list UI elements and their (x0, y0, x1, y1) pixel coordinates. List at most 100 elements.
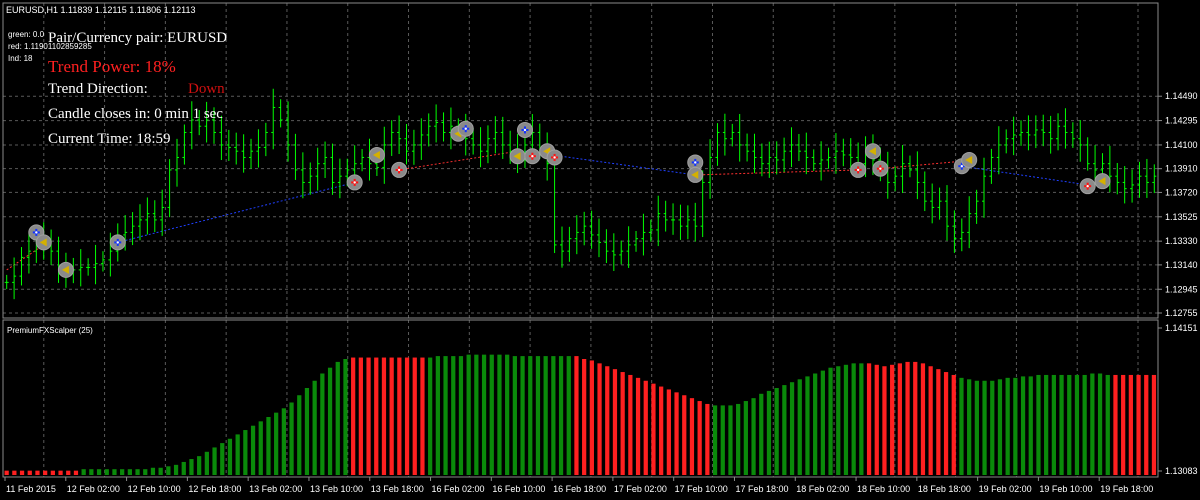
indicator-bar (327, 367, 333, 475)
indicator-bar (720, 405, 725, 475)
indicator-bar (204, 451, 209, 475)
indicator-bar (666, 389, 671, 475)
pair-label: Pair/Currency pair: EURUSD (48, 30, 227, 46)
indicator-bar (374, 357, 379, 475)
indicator-bar (843, 364, 849, 475)
indicator-bar (635, 377, 641, 475)
indicator-bar (404, 357, 410, 475)
trend-direction-label: Trend Direction: (48, 81, 148, 97)
indicator-bar (505, 354, 510, 475)
indicator-name: PremiumFXScalper (25) (7, 326, 93, 335)
indicator-bar (1028, 376, 1033, 475)
indicator-bar (135, 469, 140, 475)
indicator-bar (158, 467, 163, 475)
cross-center (35, 231, 38, 234)
signal-buy (516, 121, 533, 138)
indicator-bar (874, 364, 879, 475)
indicator-bar (35, 470, 40, 475)
time-tick-label: 17 Feb 10:00 (675, 484, 728, 494)
indicator-bar (766, 390, 772, 475)
indicator-bar (127, 469, 132, 475)
price-tick-label: 1.12755 (1165, 308, 1198, 318)
indicator-bar (882, 366, 887, 475)
indicator-tick-label: 1.14151 (1165, 323, 1198, 333)
indicator-bar (1090, 373, 1095, 475)
indicator-bar (851, 363, 856, 475)
indicator-bar (320, 373, 325, 475)
price-tick-label: 1.13140 (1165, 260, 1198, 270)
indicator-bar (312, 380, 317, 475)
time-tick-label: 17 Feb 02:00 (614, 484, 667, 494)
indicator-bar (412, 357, 417, 475)
indicator-bar (189, 459, 194, 475)
mt4-chart-window[interactable]: 1.14490 1.14295 1.14100 1.13910 1.13720 1.135… (0, 0, 1200, 500)
indicator-bar (759, 393, 764, 475)
indicator-bar (928, 366, 933, 475)
indicator-bar (235, 434, 240, 475)
indicator-bar (351, 357, 356, 475)
indicator-bar (612, 369, 618, 475)
price-tick-label: 1.14490 (1165, 91, 1198, 101)
indicator-bar (1059, 374, 1064, 475)
time-tick-label: 18 Feb 10:00 (857, 484, 910, 494)
indicator-bar (343, 359, 348, 475)
indicator-bar (150, 467, 156, 475)
signal-sell (391, 161, 408, 178)
indicator-bar (389, 357, 394, 475)
indicator-bar (243, 430, 248, 475)
indicator-bar (535, 356, 541, 475)
signal-buy (109, 234, 126, 251)
indicator-bar (651, 383, 656, 475)
indicator-bar (597, 363, 602, 475)
indicator-bar (512, 356, 517, 475)
indicator-bar (1082, 374, 1087, 475)
time-tick-label: 16 Feb 10:00 (492, 484, 545, 494)
indicator-bar (27, 470, 32, 475)
ind-value: Ind: 18 (8, 54, 33, 63)
indicator-bar (974, 380, 979, 475)
cross-center (856, 168, 860, 172)
indicator-bar (4, 470, 9, 475)
indicator-bar (274, 412, 279, 475)
time-tick-label: 18 Feb 02:00 (796, 484, 849, 494)
signal-sell (1079, 178, 1096, 195)
indicator-tick-label: 1.13083 (1165, 466, 1198, 476)
indicator-bar (967, 379, 972, 475)
cross-center (960, 164, 963, 168)
green-value: green: 0.0 (8, 30, 45, 39)
indicator-bar (120, 469, 125, 475)
indicator-bar (250, 425, 256, 475)
indicator-bar (805, 376, 810, 475)
indicator-bar (397, 357, 402, 475)
cross-center (353, 181, 356, 184)
indicator-bar (1067, 374, 1072, 475)
indicator-bar (820, 370, 825, 475)
indicator-bar (913, 361, 918, 475)
indicator-bar (582, 359, 587, 475)
indicator-bar (1121, 374, 1126, 475)
indicator-bar (497, 354, 502, 475)
indicator-bar (1097, 373, 1103, 475)
time-tick-label: 19 Feb 02:00 (979, 484, 1032, 494)
indicator-bar (89, 469, 94, 475)
indicator-bar (797, 379, 802, 475)
indicator-bar (628, 374, 633, 475)
indicator-bar (943, 372, 949, 475)
signal-exit (1094, 173, 1111, 190)
indicator-bar (643, 380, 648, 475)
time-tick-label: 19 Feb 18:00 (1100, 484, 1153, 494)
signal-sell (872, 160, 889, 177)
indicator-bar (173, 464, 179, 475)
indicator-bar (1136, 374, 1141, 475)
indicator-bar (335, 361, 340, 475)
indicator-bar (659, 386, 664, 475)
indicator-bar (58, 470, 63, 475)
cross-center (879, 167, 882, 170)
cross-center (553, 156, 556, 159)
indicator-bar (304, 388, 310, 475)
indicator-bar (443, 356, 448, 475)
indicator-bar (458, 356, 464, 475)
time-tick-label: 13 Feb 02:00 (249, 484, 302, 494)
time-tick-label: 19 Feb 10:00 (1039, 484, 1092, 494)
signal-exit (961, 151, 978, 168)
